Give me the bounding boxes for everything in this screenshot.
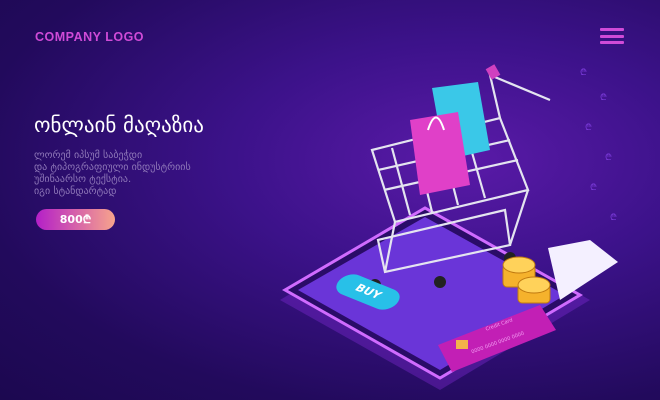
- card-chip-icon: [456, 340, 468, 349]
- svg-text:₾: ₾: [600, 93, 607, 103]
- svg-text:₾: ₾: [610, 213, 617, 223]
- svg-text:₾: ₾: [605, 153, 612, 163]
- receipt: [548, 240, 618, 300]
- shopping-illustration: ₾ ₾ ₾ ₾ ₾ ₾: [280, 64, 618, 390]
- svg-text:₾: ₾: [580, 68, 587, 78]
- svg-text:₾: ₾: [590, 183, 597, 193]
- svg-text:₾: ₾: [585, 123, 592, 133]
- currency-pattern: ₾ ₾ ₾ ₾ ₾ ₾: [580, 68, 617, 223]
